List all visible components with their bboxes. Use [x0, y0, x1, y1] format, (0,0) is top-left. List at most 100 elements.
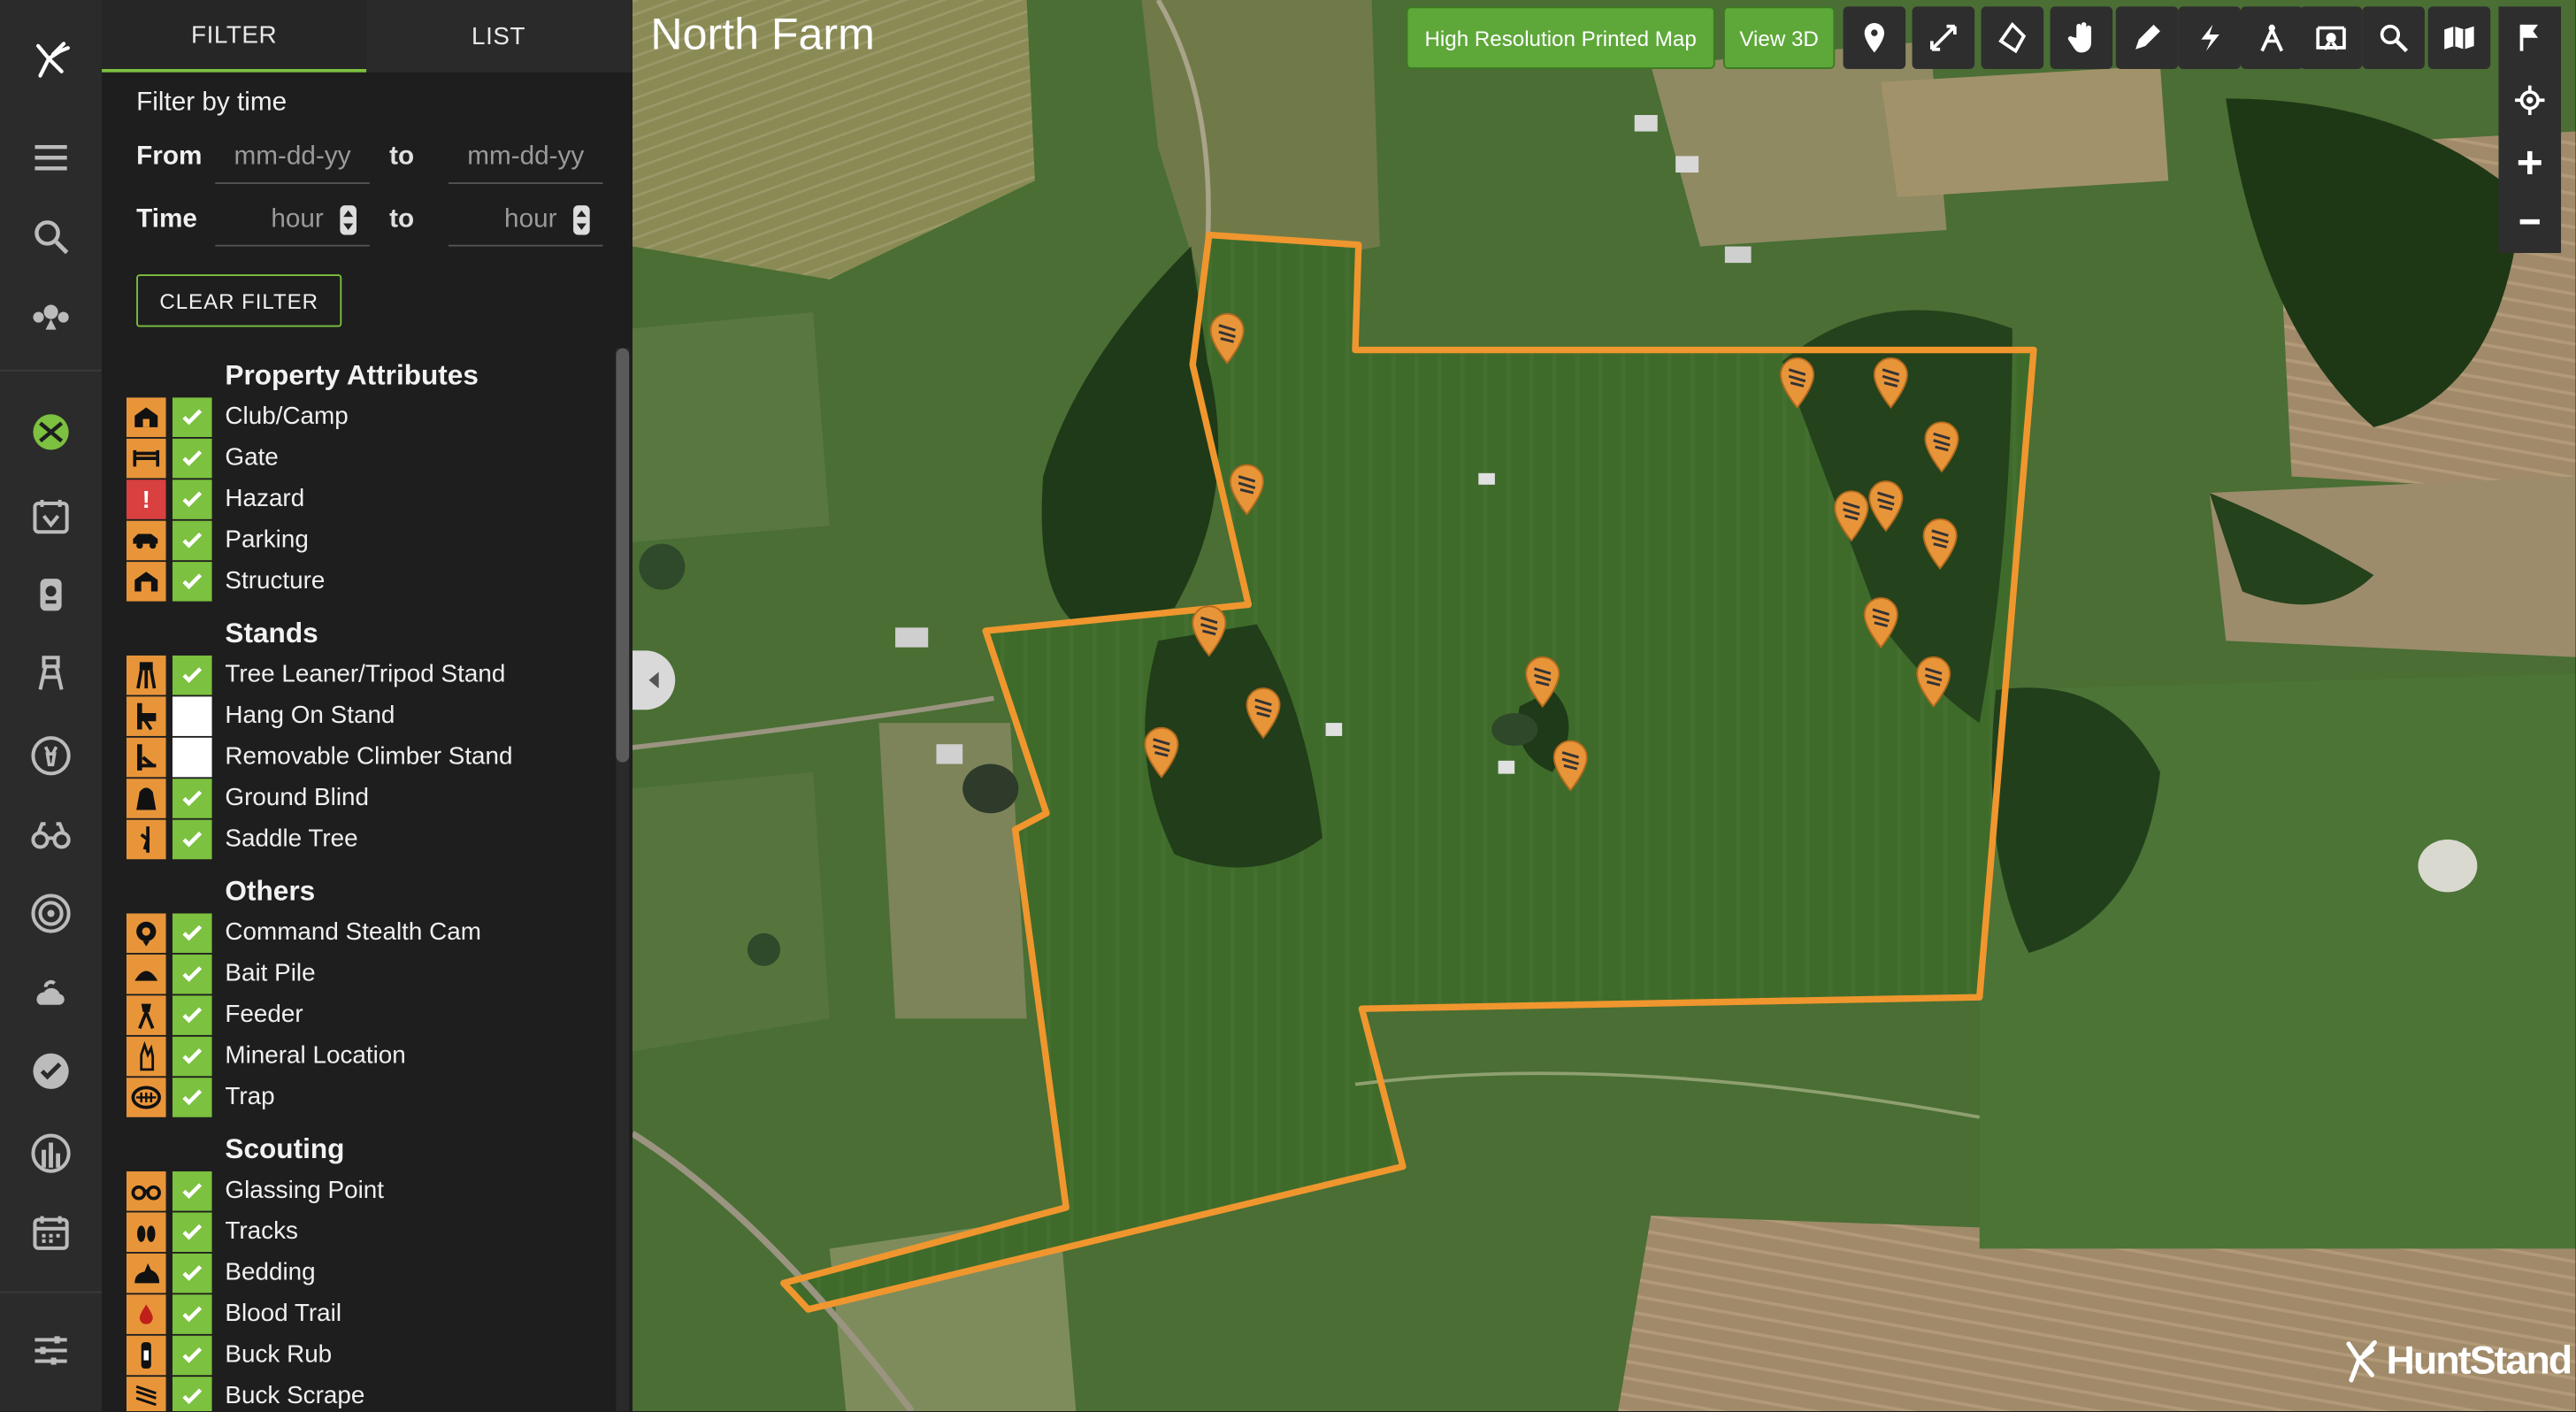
map-pin-marker[interactable]	[1833, 489, 1869, 542]
map-pin-marker[interactable]	[1524, 656, 1560, 708]
flag-icon[interactable]	[2498, 6, 2562, 69]
pencil-draw-icon[interactable]	[2115, 6, 2179, 69]
to-hour-input[interactable]: hour	[448, 194, 603, 247]
checkbox-hazard[interactable]	[172, 480, 212, 519]
checkbox-tree-leaner[interactable]	[172, 655, 212, 695]
clear-filter-button[interactable]: CLEAR FILTER	[136, 274, 342, 327]
checkbox-gate[interactable]	[172, 438, 212, 479]
list-item-glassing-point[interactable]: Glassing Point	[126, 1171, 603, 1211]
satellite-map[interactable]: North Farm High Resolution Printed Map V…	[632, 0, 2576, 1412]
trail-camera-icon[interactable]	[0, 562, 102, 627]
map-pin-marker[interactable]	[1873, 357, 1909, 409]
map-pin-marker[interactable]	[1924, 420, 1960, 473]
marker-tool-icon[interactable]	[1843, 6, 1906, 69]
checkbox-bedding[interactable]	[172, 1253, 212, 1293]
settings-sliders-icon[interactable]	[0, 1317, 102, 1383]
search-icon[interactable]	[0, 203, 102, 269]
checkbox-mineral[interactable]	[172, 1036, 212, 1077]
checklist-icon[interactable]	[0, 1039, 102, 1104]
checkbox-saddle-tree[interactable]	[172, 819, 212, 860]
checkbox-club-camp[interactable]	[172, 397, 212, 437]
checkbox-bait-pile[interactable]	[172, 954, 212, 994]
map-pin-marker[interactable]	[1143, 726, 1179, 779]
map-pin-marker[interactable]	[1246, 687, 1282, 740]
compass-tool-icon[interactable]	[2240, 6, 2304, 69]
locations-icon[interactable]	[0, 282, 102, 348]
menu-icon[interactable]	[0, 125, 102, 190]
map-pin-marker[interactable]	[1229, 464, 1265, 516]
list-item-buck-scrape[interactable]: Buck Scrape	[126, 1377, 603, 1412]
map-pin-marker[interactable]	[1552, 740, 1589, 792]
from-hour-spinner-icon[interactable]	[340, 204, 356, 234]
stand-icon[interactable]	[0, 641, 102, 706]
checkbox-trap[interactable]	[172, 1078, 212, 1117]
checkbox-buck-rub[interactable]	[172, 1335, 212, 1376]
map-layers-icon[interactable]	[0, 399, 102, 464]
map-layers-icon[interactable]	[2427, 6, 2491, 69]
deer-icon[interactable]	[0, 723, 102, 788]
map-pin-marker[interactable]	[1922, 518, 1959, 570]
measure-line-icon[interactable]	[1912, 6, 1975, 69]
huntstand-logo-icon[interactable]	[0, 19, 102, 102]
list-item-parking[interactable]: Parking	[126, 520, 603, 561]
checkbox-hang-on-stand[interactable]	[172, 696, 212, 736]
list-item-blood-trail[interactable]: Blood Trail	[126, 1294, 603, 1334]
checkbox-ground-blind[interactable]	[172, 779, 212, 818]
checkbox-stealth-cam[interactable]	[172, 913, 212, 954]
checkbox-parking[interactable]	[172, 520, 212, 561]
checkbox-tracks[interactable]	[172, 1212, 212, 1253]
polygon-tool-icon[interactable]	[1981, 6, 2044, 69]
list-item-gate[interactable]: Gate	[126, 438, 603, 479]
tab-list[interactable]: LIST	[366, 0, 631, 73]
map-search-icon[interactable]	[2362, 6, 2425, 69]
list-item-bait-pile[interactable]: Bait Pile	[126, 954, 603, 994]
to-hour-spinner-icon[interactable]	[573, 204, 590, 234]
list-item-hazard[interactable]: ! Hazard	[126, 480, 603, 519]
checkbox-structure[interactable]	[172, 562, 212, 602]
tab-filter[interactable]: FILTER	[102, 0, 367, 73]
checkbox-climber-stand[interactable]	[172, 737, 212, 778]
list-item-structure[interactable]: Structure	[126, 562, 603, 602]
checkbox-buck-scrape[interactable]	[172, 1377, 212, 1412]
from-hour-input[interactable]: hour	[215, 194, 370, 247]
list-item-bedding[interactable]: Bedding	[126, 1253, 603, 1293]
map-pin-marker[interactable]	[1191, 604, 1227, 657]
list-item-mineral[interactable]: Mineral Location	[126, 1036, 603, 1077]
map-pin-marker[interactable]	[1779, 357, 1815, 409]
binoculars-icon[interactable]	[0, 802, 102, 867]
solunar-icon[interactable]	[0, 1120, 102, 1186]
from-date-input[interactable]	[215, 131, 370, 184]
list-item-tracks[interactable]: Tracks	[126, 1212, 603, 1253]
zoom-in-icon[interactable]	[2498, 131, 2562, 195]
checkbox-glassing-point[interactable]	[172, 1171, 212, 1211]
hunt-calendar-icon[interactable]	[0, 483, 102, 549]
list-item-club-camp[interactable]: Club/Camp	[126, 397, 603, 437]
list-item-hang-on-stand[interactable]: Hang On Stand	[126, 696, 603, 736]
map-pin-marker[interactable]	[1867, 480, 1904, 533]
checkbox-feeder[interactable]	[172, 995, 212, 1035]
calendar-icon[interactable]	[0, 1200, 102, 1265]
list-item-trap[interactable]: Trap	[126, 1078, 603, 1117]
list-item-ground-blind[interactable]: Ground Blind	[126, 779, 603, 818]
list-item-saddle-tree[interactable]: Saddle Tree	[126, 819, 603, 860]
weather-icon[interactable]	[0, 959, 102, 1024]
print-map-button[interactable]: High Resolution Printed Map	[1406, 6, 1715, 69]
map-area-icon[interactable]	[2299, 6, 2363, 69]
list-item-stealth-cam[interactable]: Command Stealth Cam	[126, 913, 603, 954]
view-3d-button[interactable]: View 3D	[1722, 6, 1836, 69]
list-item-buck-rub[interactable]: Buck Rub	[126, 1335, 603, 1376]
to-date-input[interactable]	[448, 131, 603, 184]
locate-me-icon[interactable]	[2498, 68, 2562, 132]
wind-icon[interactable]	[2178, 6, 2241, 69]
hand-pan-icon[interactable]	[2050, 6, 2113, 69]
list-item-feeder[interactable]: Feeder	[126, 995, 603, 1035]
list-item-climber-stand[interactable]: Removable Climber Stand	[126, 737, 603, 778]
zoom-out-icon[interactable]	[2498, 190, 2562, 253]
checkbox-blood-trail[interactable]	[172, 1294, 212, 1334]
map-pin-marker[interactable]	[1863, 596, 1899, 649]
gate-icon	[126, 438, 166, 479]
map-pin-marker[interactable]	[1209, 312, 1246, 365]
target-icon[interactable]	[0, 880, 102, 946]
map-pin-marker[interactable]	[1915, 656, 1951, 708]
list-item-tree-leaner[interactable]: Tree Leaner/Tripod Stand	[126, 655, 603, 695]
